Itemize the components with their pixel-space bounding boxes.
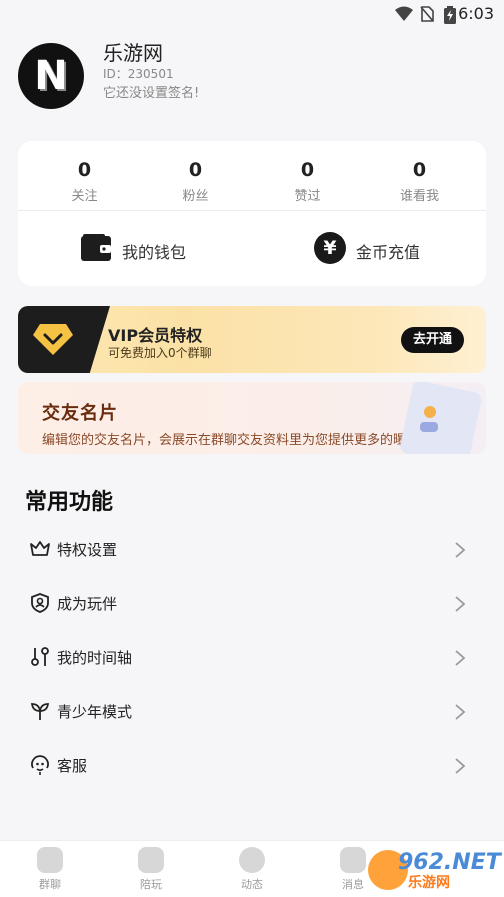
wallet-label: 我的钱包 bbox=[122, 243, 187, 262]
stat-value: 0 bbox=[77, 159, 92, 181]
stat-value: 0 bbox=[300, 159, 315, 181]
sprout-icon bbox=[31, 703, 49, 720]
avatar[interactable]: N bbox=[18, 43, 84, 109]
status-bar: 6:03 bbox=[0, 0, 504, 28]
my-wallet-button[interactable]: 我的钱包 bbox=[80, 231, 260, 267]
vip-title: VIP会员特权 bbox=[108, 326, 203, 345]
timeline-icon bbox=[31, 647, 49, 666]
wifi-icon bbox=[395, 6, 413, 21]
stat-value: 0 bbox=[412, 159, 427, 181]
stat-value: 0 bbox=[188, 159, 203, 181]
crown-icon bbox=[30, 541, 50, 556]
tab-label: 群聊 bbox=[39, 878, 61, 891]
stat-visitors[interactable]: 0 谁看我 bbox=[361, 158, 478, 204]
chevron-right-icon bbox=[455, 704, 466, 720]
menu-item-label: 我的时间轴 bbox=[57, 649, 133, 667]
avatar-letter: N bbox=[34, 53, 68, 99]
no-sim-icon bbox=[420, 6, 434, 22]
coin-recharge-button[interactable]: ¥ 金币充值 bbox=[314, 231, 494, 267]
vip-subtitle: 可免费加入0个群聊 bbox=[108, 346, 212, 360]
diamond-icon bbox=[33, 324, 73, 355]
shield-user-icon bbox=[31, 593, 49, 613]
coin-label: 金币充值 bbox=[356, 243, 421, 262]
friend-card-subtitle: 编辑您的交友名片，会展示在群聊交友资料里为您提供更多的曝光 bbox=[42, 433, 420, 448]
watermark-subtext: 乐游网 bbox=[408, 875, 450, 891]
vip-banner[interactable]: VIP会员特权 可免费加入0个群聊 去开通 bbox=[18, 306, 486, 373]
stat-label: 谁看我 bbox=[399, 189, 439, 204]
friend-card-title: 交友名片 bbox=[42, 403, 118, 424]
clock: 6:03 bbox=[458, 4, 494, 23]
menu-item-privilege-settings[interactable]: 特权设置 bbox=[0, 522, 504, 576]
profile-signature: 它还没设置签名! bbox=[103, 86, 200, 101]
tab-companion[interactable]: 陪玩 bbox=[101, 847, 201, 892]
chevron-right-icon bbox=[455, 758, 466, 774]
feed-icon bbox=[239, 847, 265, 873]
tab-feed[interactable]: 动态 bbox=[202, 847, 302, 892]
tab-label: 陪玩 bbox=[140, 878, 162, 891]
friend-card-banner[interactable]: 交友名片 编辑您的交友名片，会展示在群聊交友资料里为您提供更多的曝光 bbox=[18, 382, 486, 454]
menu-item-my-timeline[interactable]: 我的时间轴 bbox=[0, 630, 504, 684]
chevron-right-icon bbox=[455, 596, 466, 612]
stats-card: 0 关注 0 粉丝 0 赞过 0 谁看我 我的钱包 ¥ 金币充值 bbox=[18, 141, 486, 286]
profile-id: ID：230501 bbox=[103, 67, 174, 81]
profile-header[interactable]: N 乐游网 ID：230501 它还没设置签名! bbox=[18, 40, 488, 112]
menu-item-label: 青少年模式 bbox=[57, 703, 133, 721]
stat-fans[interactable]: 0 粉丝 bbox=[137, 158, 254, 204]
menu-item-label: 客服 bbox=[57, 757, 88, 775]
menu-item-become-companion[interactable]: 成为玩伴 bbox=[0, 576, 504, 630]
common-functions-title: 常用功能 bbox=[25, 490, 114, 515]
stat-label: 赞过 bbox=[294, 189, 321, 204]
divider bbox=[18, 210, 486, 211]
yen-coin-icon: ¥ bbox=[314, 232, 346, 264]
menu-item-customer-service[interactable]: 客服 bbox=[0, 738, 504, 792]
tab-label: 动态 bbox=[241, 878, 263, 891]
battery-icon bbox=[444, 6, 456, 24]
stat-liked[interactable]: 0 赞过 bbox=[249, 158, 366, 204]
customer-service-icon bbox=[31, 755, 49, 775]
menu-item-label: 特权设置 bbox=[57, 541, 118, 559]
stat-label: 关注 bbox=[71, 189, 98, 204]
id-card-illustration-icon bbox=[400, 382, 482, 454]
stat-label: 粉丝 bbox=[182, 189, 209, 204]
menu-item-label: 成为玩伴 bbox=[57, 595, 118, 613]
people-icon bbox=[37, 847, 63, 873]
watermark: 962.NET 乐游网 bbox=[368, 850, 501, 892]
wallet-icon bbox=[81, 234, 111, 261]
tab-group-chat[interactable]: 群聊 bbox=[0, 847, 100, 892]
companion-icon bbox=[138, 847, 164, 873]
message-icon bbox=[340, 847, 366, 873]
menu-item-teen-mode[interactable]: 青少年模式 bbox=[0, 684, 504, 738]
chevron-right-icon bbox=[455, 542, 466, 558]
profile-name: 乐游网 bbox=[103, 41, 163, 65]
vip-activate-button[interactable]: 去开通 bbox=[401, 327, 464, 353]
chevron-right-icon bbox=[455, 650, 466, 666]
stat-following[interactable]: 0 关注 bbox=[26, 158, 143, 204]
